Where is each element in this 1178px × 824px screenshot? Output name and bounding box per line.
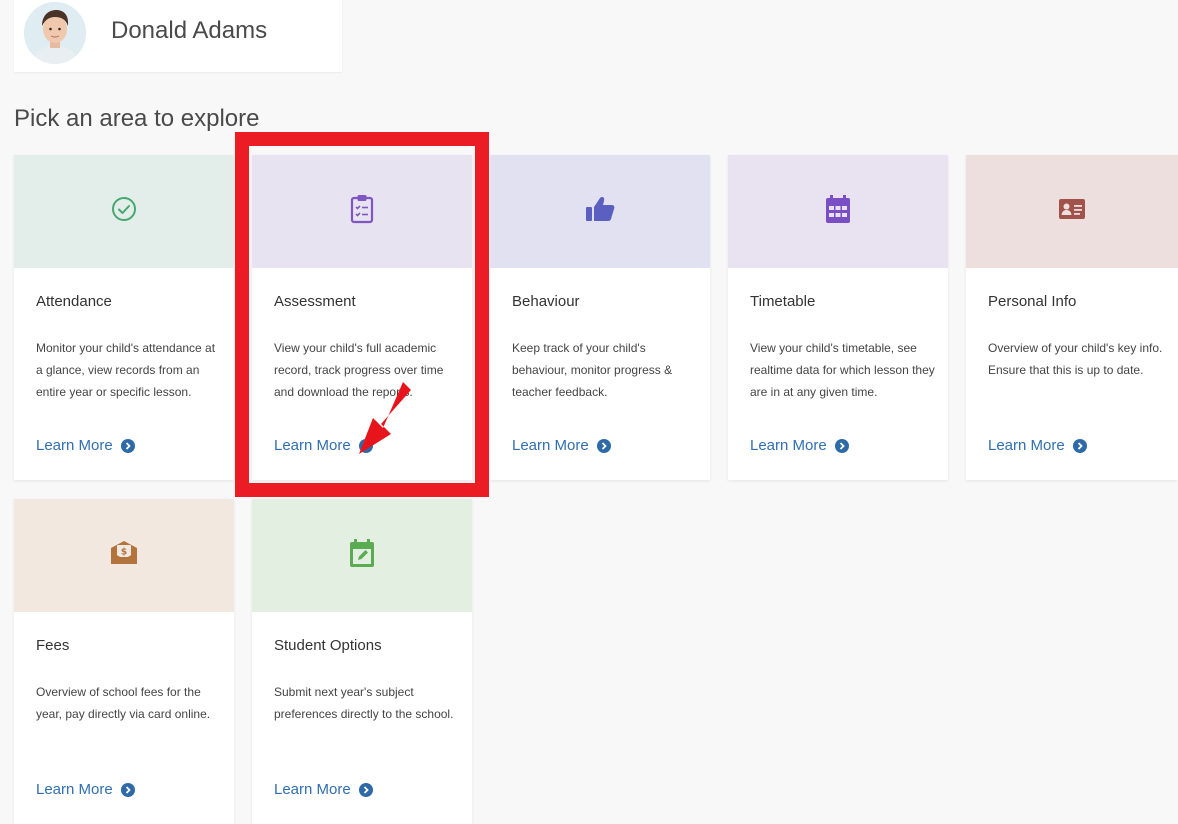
- tile-banner: [252, 499, 472, 612]
- learn-more-label: Learn More: [274, 437, 351, 454]
- learn-more-link[interactable]: Learn More: [36, 437, 135, 454]
- avatar: [24, 2, 86, 64]
- tile-banner: [728, 155, 948, 268]
- thumbs-up-icon: [584, 195, 616, 228]
- tile-description: Monitor your child's attendance at a gla…: [36, 341, 216, 399]
- learn-more-link[interactable]: Learn More: [36, 781, 135, 798]
- learn-more-label: Learn More: [988, 437, 1065, 454]
- tile-description: Submit next year's subject preferences d…: [274, 685, 454, 721]
- check-circle-icon: [111, 196, 137, 227]
- chevron-right-circle-icon: [1072, 438, 1087, 453]
- tile-banner: [966, 155, 1178, 268]
- tile-banner: $: [14, 499, 234, 612]
- chevron-right-circle-icon: [358, 782, 373, 797]
- tile-title: Personal Info: [988, 293, 1077, 310]
- svg-text:$: $: [121, 548, 127, 558]
- tile-banner: [14, 155, 234, 268]
- tile-timetable[interactable]: Timetable View your child's timetable, s…: [728, 155, 948, 480]
- tile-description: Overview of your child's key info. Ensur…: [988, 341, 1163, 377]
- tile-description: Keep track of your child's behaviour, mo…: [512, 341, 673, 399]
- tile-title: Attendance: [36, 293, 112, 310]
- clipboard-checklist-icon: [349, 194, 375, 229]
- tile-title: Behaviour: [512, 293, 580, 310]
- learn-more-label: Learn More: [36, 437, 113, 454]
- section-title: Pick an area to explore: [14, 105, 260, 132]
- calendar-icon: [824, 194, 852, 229]
- learn-more-link[interactable]: Learn More: [512, 437, 611, 454]
- calendar-edit-icon: [348, 538, 376, 573]
- tile-title: Timetable: [750, 293, 816, 310]
- money-envelope-icon: $: [109, 540, 139, 571]
- tile-description: Overview of school fees for the year, pa…: [36, 685, 211, 721]
- learn-more-label: Learn More: [750, 437, 827, 454]
- tile-title: Fees: [36, 637, 70, 654]
- tile-personal-info[interactable]: Personal Info Overview of your child's k…: [966, 155, 1178, 480]
- tile-banner: [490, 155, 710, 268]
- learn-more-link[interactable]: Learn More: [750, 437, 849, 454]
- tile-fees[interactable]: $ Fees Overview of school fees for the y…: [14, 499, 234, 824]
- learn-more-label: Learn More: [274, 781, 351, 798]
- tile-title: Assessment: [274, 293, 356, 310]
- learn-more-link[interactable]: Learn More: [988, 437, 1087, 454]
- chevron-right-circle-icon: [120, 438, 135, 453]
- tile-attendance[interactable]: Attendance Monitor your child's attendan…: [14, 155, 234, 480]
- red-arrow-annotation-icon: [359, 382, 411, 454]
- id-card-icon: [1058, 198, 1086, 225]
- tile-banner: [252, 155, 472, 268]
- learn-more-label: Learn More: [512, 437, 589, 454]
- profile-card: Donald Adams: [14, 0, 342, 72]
- chevron-right-circle-icon: [834, 438, 849, 453]
- tile-student-options[interactable]: Student Options Submit next year's subje…: [252, 499, 472, 824]
- tile-description: View your child's timetable, see realtim…: [750, 341, 935, 399]
- learn-more-link[interactable]: Learn More: [274, 781, 373, 798]
- chevron-right-circle-icon: [596, 438, 611, 453]
- tile-title: Student Options: [274, 637, 382, 654]
- tile-behaviour[interactable]: Behaviour Keep track of your child's beh…: [490, 155, 710, 480]
- learn-more-label: Learn More: [36, 781, 113, 798]
- profile-name: Donald Adams: [111, 17, 268, 44]
- chevron-right-circle-icon: [120, 782, 135, 797]
